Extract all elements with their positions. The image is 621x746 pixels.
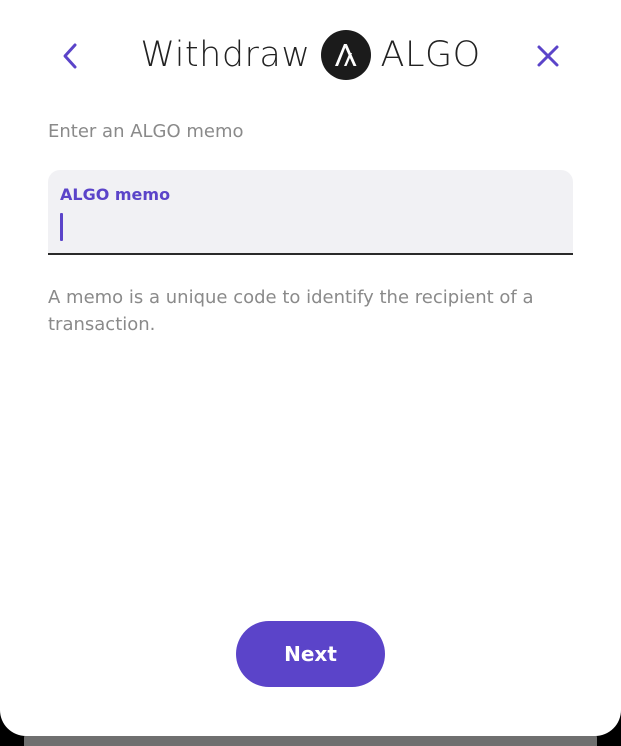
algorand-logo-icon (320, 30, 371, 80)
text-caret (60, 213, 63, 241)
close-icon (537, 45, 559, 67)
withdraw-memo-sheet: Withdraw ALGO Enter an ALGO memo ALGO me… (0, 0, 621, 736)
next-button[interactable]: Next (236, 621, 385, 687)
title-asset: ALGO (380, 35, 481, 75)
memo-field-label: ALGO memo (60, 185, 171, 204)
memo-input[interactable] (58, 210, 558, 244)
title-prefix: Withdraw (140, 35, 311, 75)
memo-field[interactable]: ALGO memo (48, 170, 573, 255)
close-button[interactable] (526, 36, 570, 76)
header: Withdraw ALGO (0, 22, 621, 88)
memo-prompt: Enter an ALGO memo (48, 121, 244, 142)
memo-helper-text: A memo is a unique code to identify the … (48, 287, 534, 335)
